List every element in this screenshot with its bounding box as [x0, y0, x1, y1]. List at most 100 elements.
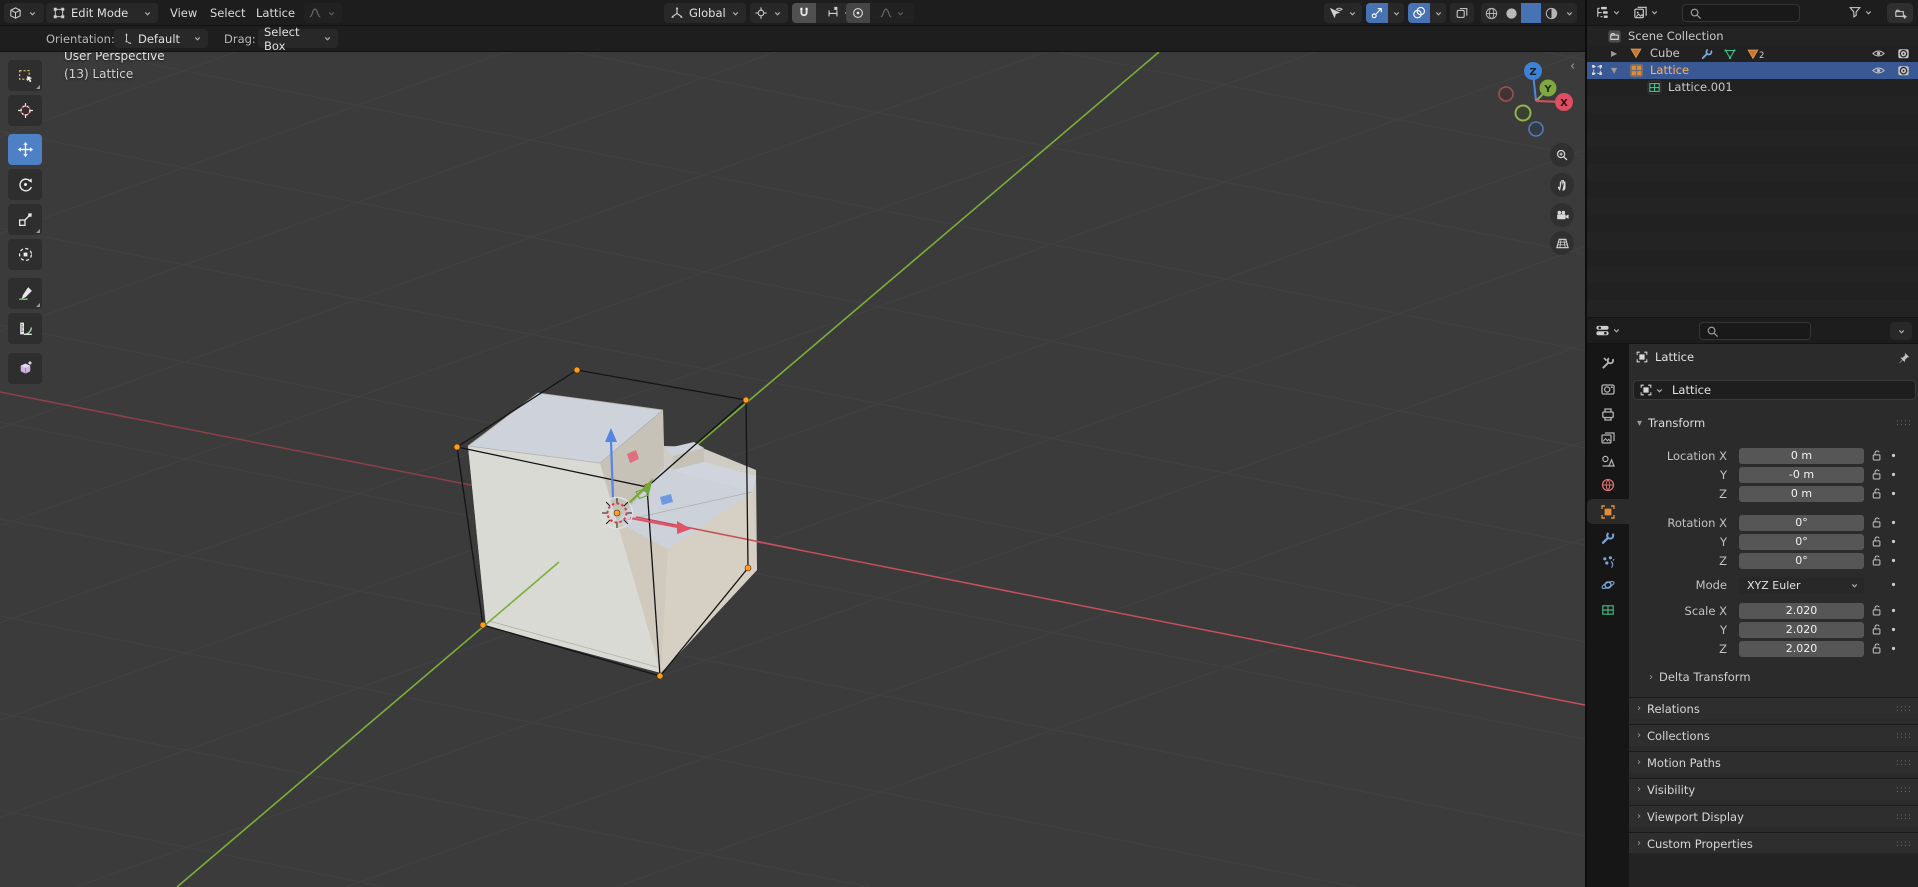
overlays-dropdown[interactable] — [1430, 3, 1446, 23]
outliner-row-lattice-001[interactable]: Lattice.001 — [1587, 79, 1918, 96]
animate-property-dot[interactable] — [1888, 643, 1899, 654]
modifier-wrench-icon[interactable] — [1700, 47, 1714, 61]
proportional-editing-toggle[interactable] — [846, 3, 870, 23]
value-field[interactable]: 0° — [1739, 515, 1864, 531]
value-field[interactable]: 0 m — [1739, 448, 1864, 464]
outliner-item-label[interactable]: Scene Collection — [1628, 28, 1724, 45]
panel-drag-handle[interactable]: :::: — [1896, 812, 1912, 822]
lock-open-icon[interactable] — [1870, 468, 1883, 481]
properties-tab-particles[interactable] — [1587, 549, 1629, 574]
properties-tab-world[interactable] — [1587, 472, 1629, 497]
shading-dropdown[interactable] — [1561, 3, 1577, 23]
overlays-toggle[interactable] — [1408, 3, 1430, 23]
value-field[interactable]: 2.020 — [1739, 641, 1864, 657]
menu-lattice[interactable]: Lattice — [252, 0, 299, 26]
value-field[interactable]: 0 m — [1739, 486, 1864, 502]
viewport-perspective-button[interactable] — [1550, 231, 1574, 255]
outliner-row-scene collection[interactable]: Scene Collection — [1587, 28, 1918, 45]
toolbar-cursor-button[interactable] — [8, 95, 42, 126]
viewport-camera-button[interactable] — [1550, 203, 1574, 227]
value-field[interactable]: 2.020 — [1739, 603, 1864, 619]
lock-open-icon[interactable] — [1870, 449, 1883, 462]
toolbar-scale-button[interactable] — [8, 204, 42, 235]
drag-mode-dropdown[interactable]: Select Box — [258, 25, 338, 53]
transform-orientation-dropdown[interactable]: Global — [664, 3, 746, 23]
lock-open-icon[interactable] — [1870, 516, 1883, 529]
outliner-row-lattice[interactable]: ▼ Lattice — [1587, 62, 1918, 79]
xray-toggle[interactable] — [1450, 3, 1474, 23]
lock-open-icon[interactable] — [1870, 623, 1883, 636]
editor-type-dropdown[interactable] — [4, 3, 44, 23]
object-name-field[interactable]: Lattice — [1633, 380, 1916, 400]
viewport-zoom-button[interactable] — [1550, 143, 1574, 167]
breadcrumb-object[interactable]: Lattice — [1655, 350, 1694, 364]
animate-property-dot[interactable] — [1888, 536, 1899, 547]
snap-toggle[interactable] — [792, 3, 816, 23]
object-visibility-dropdown[interactable] — [1324, 3, 1362, 23]
lock-open-icon[interactable] — [1870, 487, 1883, 500]
lock-open-icon[interactable] — [1870, 535, 1883, 548]
panel-drag-handle[interactable]: :::: — [1896, 731, 1912, 741]
mesh-data-icon[interactable] — [1746, 47, 1760, 61]
outliner-editor-type-dropdown[interactable] — [1595, 5, 1621, 20]
outliner-item-label[interactable]: Lattice.001 — [1668, 79, 1733, 96]
mode-dropdown[interactable]: XYZ Euler — [1739, 577, 1864, 594]
animate-property-dot[interactable] — [1888, 624, 1899, 635]
value-field[interactable]: 2.020 — [1739, 622, 1864, 638]
properties-tab-scene[interactable] — [1587, 448, 1629, 473]
properties-tab-object-data[interactable] — [1587, 597, 1629, 622]
properties-tab-tool[interactable] — [1587, 350, 1629, 375]
panel-relations[interactable]: › Relations:::: — [1629, 697, 1918, 719]
toolbar-annotate-button[interactable] — [8, 278, 42, 309]
proportional-falloff-dropdown[interactable] — [870, 3, 914, 23]
toolbar-select-box-button[interactable] — [8, 60, 42, 91]
panel-visibility[interactable]: › Visibility:::: — [1629, 778, 1918, 800]
mode-selector-dropdown[interactable]: Edit Mode — [46, 3, 158, 23]
new-collection-button[interactable] — [1887, 3, 1913, 23]
delta-transform-panel[interactable]: › Delta Transform — [1649, 668, 1751, 686]
shading-rendered-button[interactable] — [1541, 3, 1561, 23]
gizmo-toggle[interactable] — [1366, 3, 1388, 23]
expander-down-icon[interactable]: ▼ — [1611, 62, 1617, 79]
eye-icon[interactable] — [1871, 63, 1886, 78]
animate-property-dot[interactable] — [1888, 579, 1899, 590]
properties-editor-type-dropdown[interactable] — [1595, 323, 1621, 338]
gizmo-dropdown[interactable] — [1388, 3, 1404, 23]
camera-restrict-icon[interactable] — [1896, 46, 1911, 61]
properties-search-input[interactable] — [1699, 322, 1811, 340]
pivot-point-dropdown[interactable] — [750, 3, 788, 23]
outliner-display-mode-dropdown[interactable] — [1633, 5, 1659, 20]
shading-material-preview-button[interactable] — [1521, 3, 1541, 23]
properties-options-dropdown[interactable] — [1890, 322, 1912, 340]
outliner-filter-dropdown[interactable] — [1848, 5, 1873, 19]
lock-open-icon[interactable] — [1870, 604, 1883, 617]
properties-tab-output[interactable] — [1587, 401, 1629, 426]
panel-custom-properties[interactable]: › Custom Properties:::: — [1629, 832, 1918, 854]
panel-viewport-display[interactable]: › Viewport Display:::: — [1629, 805, 1918, 827]
lattice-modifier-icon[interactable] — [1723, 47, 1737, 61]
tool-orientation-dropdown[interactable]: Default — [114, 29, 208, 48]
panel-drag-handle[interactable]: :::: — [1896, 785, 1912, 795]
toolbar-measure-button[interactable] — [8, 313, 42, 344]
menu-select[interactable]: Select — [206, 0, 249, 26]
viewport-3d[interactable]: Z Y X — [0, 0, 1585, 887]
value-field[interactable]: -0 m — [1739, 467, 1864, 483]
toolbar-transform-button[interactable] — [8, 239, 42, 270]
toolbar-rotate-button[interactable] — [8, 169, 42, 200]
animate-property-dot[interactable] — [1888, 469, 1899, 480]
lock-open-icon[interactable] — [1870, 642, 1883, 655]
outliner-search-input[interactable] — [1682, 4, 1800, 22]
properties-tab-modifiers[interactable] — [1587, 525, 1629, 550]
panel-motion-paths[interactable]: › Motion Paths:::: — [1629, 751, 1918, 773]
shading-solid-button[interactable] — [1501, 3, 1521, 23]
animate-property-dot[interactable] — [1888, 488, 1899, 499]
outliner-row-cube[interactable]: ▶ Cube 2 — [1587, 45, 1918, 62]
pin-icon[interactable] — [1897, 351, 1911, 365]
animate-property-dot[interactable] — [1888, 605, 1899, 616]
animate-property-dot[interactable] — [1888, 450, 1899, 461]
value-field[interactable]: 0° — [1739, 534, 1864, 550]
lock-open-icon[interactable] — [1870, 554, 1883, 567]
panel-collections[interactable]: › Collections:::: — [1629, 724, 1918, 746]
shading-wireframe-button[interactable] — [1481, 3, 1501, 23]
toolbar-add-cube-button[interactable] — [8, 353, 42, 384]
